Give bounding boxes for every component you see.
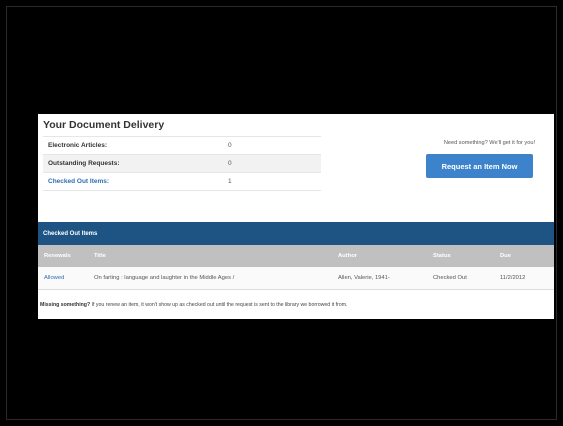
- checked-out-heading: Checked Out Items: [38, 222, 554, 245]
- screenshot-frame: Your Document Delivery Electronic Articl…: [6, 6, 557, 420]
- item-status-cell: Checked Out: [433, 275, 467, 281]
- delivery-summary: Electronic Articles: 0 Outstanding Reque…: [43, 136, 321, 191]
- column-header-due: Due: [500, 253, 511, 259]
- item-title-cell: On farting : language and laughter in th…: [94, 275, 235, 281]
- footnote-text: If you renew an item, it won't show up a…: [90, 302, 348, 308]
- renewal-allowed-link[interactable]: Allowed: [38, 275, 94, 281]
- column-header-title: Title: [94, 253, 106, 259]
- summary-value: 1: [228, 178, 232, 185]
- checked-out-items-link[interactable]: Checked Out Items:: [48, 178, 228, 185]
- footnote: Missing something? If you renew an item,…: [40, 302, 347, 308]
- column-header-status: Status: [433, 253, 451, 259]
- page-title: Your Document Delivery: [43, 119, 165, 131]
- summary-value: 0: [228, 142, 232, 149]
- table-header-row: Renewals Title Author Status Due: [38, 245, 554, 267]
- summary-value: 0: [228, 160, 232, 167]
- summary-row-electronic-articles: Electronic Articles: 0: [43, 136, 321, 154]
- checked-out-table: Checked Out Items Renewals Title Author …: [38, 222, 554, 290]
- column-header-renewals: Renewals: [44, 253, 71, 259]
- footnote-bold: Missing something?: [40, 302, 91, 308]
- item-author-cell: Allen, Valerie, 1941-: [338, 275, 390, 281]
- item-due-cell: 11/2/2012: [500, 275, 526, 281]
- summary-label: Outstanding Requests:: [48, 160, 120, 167]
- request-tagline: Need something? We'll get it for you!: [443, 140, 535, 146]
- summary-label: Electronic Articles:: [48, 142, 108, 149]
- document-delivery-panel: Your Document Delivery Electronic Articl…: [38, 114, 554, 319]
- summary-row-outstanding-requests: Outstanding Requests: 0: [43, 154, 321, 172]
- column-header-author: Author: [338, 253, 357, 259]
- table-row: Allowed On farting : language and laught…: [38, 267, 554, 290]
- request-item-button[interactable]: Request an Item Now: [426, 154, 533, 178]
- summary-row-checked-out-items: Checked Out Items: 1: [43, 172, 321, 191]
